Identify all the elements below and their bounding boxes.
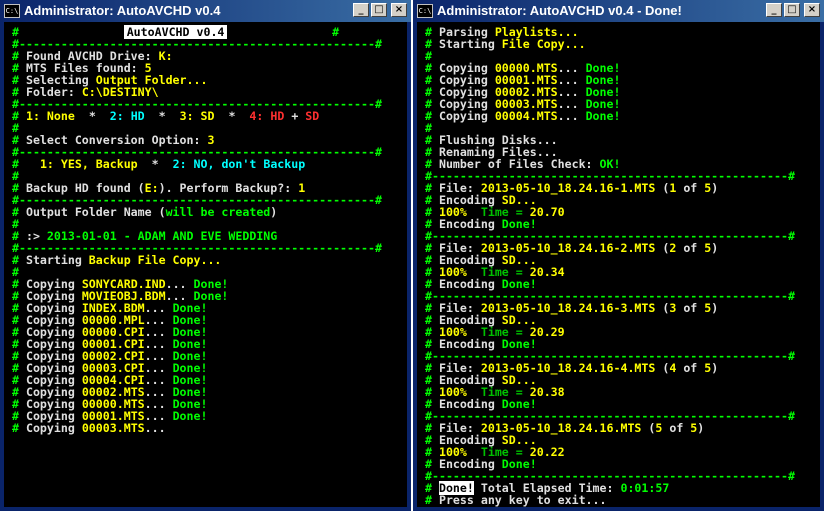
title-bar[interactable]: C:\ Administrator: AutoAVCHD v0.4 - Done… bbox=[413, 0, 824, 22]
maximize-button[interactable]: □ bbox=[371, 3, 387, 17]
done-label: Done! bbox=[172, 409, 208, 423]
exit-prompt: Press any key to exit... bbox=[438, 493, 607, 507]
window-title: Administrator: AutoAVCHD v0.4 bbox=[24, 3, 221, 18]
copy-line: # Copying 00003.MTS... bbox=[12, 421, 166, 435]
backup-options: # 1: YES, Backup * 2: NO, don't Backup bbox=[12, 157, 306, 171]
maximize-button[interactable]: □ bbox=[784, 3, 800, 17]
title-bar[interactable]: C:\ Administrator: AutoAVCHD v0.4 _ □ × bbox=[0, 0, 411, 22]
console-window-right[interactable]: C:\ Administrator: AutoAVCHD v0.4 - Done… bbox=[413, 0, 824, 511]
console-output[interactable]: # Parsing Playlists... # Starting File C… bbox=[417, 22, 820, 507]
console-window-left[interactable]: C:\ Administrator: AutoAVCHD v0.4 _ □ × … bbox=[0, 0, 411, 511]
copy-filename: 00003.MTS bbox=[81, 421, 145, 435]
copy-filename: 00004.MTS bbox=[494, 109, 558, 123]
minimize-button[interactable]: _ bbox=[766, 3, 782, 17]
done-label: Done! bbox=[585, 109, 621, 123]
close-button[interactable]: × bbox=[804, 3, 820, 17]
drive-letter: K: bbox=[158, 49, 173, 63]
console-icon[interactable]: C:\ bbox=[4, 4, 20, 18]
minimize-button[interactable]: _ bbox=[353, 3, 369, 17]
close-button[interactable]: × bbox=[391, 3, 407, 17]
console-output[interactable]: # AutoAVCHD v0.4 # #--------------------… bbox=[4, 22, 407, 507]
console-icon[interactable]: C:\ bbox=[417, 4, 433, 18]
console-text: # AutoAVCHD v0.4 # #--------------------… bbox=[12, 25, 382, 435]
elapsed-time: 0:01:57 bbox=[620, 481, 670, 495]
console-text: # Parsing Playlists... # Starting File C… bbox=[425, 25, 795, 507]
conversion-options: # 1: None * 2: HD * 3: SD * 4: HD + SD bbox=[12, 109, 320, 123]
window-title: Administrator: AutoAVCHD v0.4 - Done! bbox=[437, 3, 682, 18]
copy-line: # Copying 00004.MTS... Done! bbox=[425, 109, 621, 123]
